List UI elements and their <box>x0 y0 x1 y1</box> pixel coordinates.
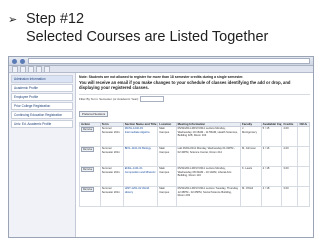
term-cell: Summer Semester 2011 <box>99 126 124 148</box>
section-link[interactable]: HIST-1201-02 World History <box>125 188 149 194</box>
main-panel: Note: Students are not allowed to regist… <box>76 73 313 237</box>
table-row: Remove Summer Semester 2011 HIST-1201-02… <box>79 186 310 208</box>
meeting-cell: 05/31/2011-08/17/2011 Lecture Monday, We… <box>175 126 241 148</box>
term-cell: Summer Semester 2011 <box>99 186 124 208</box>
section-link[interactable]: MATH-1240-03 Intermediate Algebra <box>125 128 150 134</box>
embedded-screenshot: Admission Information Academic Profile E… <box>8 56 314 238</box>
title-line-2: Selected Courses are Listed Together <box>8 28 314 46</box>
sidebar-item-employee-profile[interactable]: Employee Profile <box>11 93 73 101</box>
meeting-cell: 05/31/2011-08/17/2011 Lecture Monday, We… <box>175 166 241 188</box>
faculty-cell: M. O'Dell <box>239 186 262 208</box>
credits-cell: 3.00 <box>281 186 299 208</box>
forward-icon[interactable] <box>20 58 25 64</box>
browser-tabs <box>9 66 313 73</box>
column-header: Available/ Capacity <box>260 121 283 128</box>
credits-cell: 4.00 <box>281 146 299 168</box>
sidebar-item-prior-registration[interactable]: Prior College Registration <box>11 102 73 110</box>
title-line-1: ➢ Step #12 <box>8 10 314 28</box>
action-select[interactable]: Remove <box>81 147 95 153</box>
sidebar-item-continuing-education[interactable]: Continuing Education Registration <box>11 111 73 119</box>
slide-title: ➢ Step #12 Selected Courses are Listed T… <box>8 10 314 46</box>
capacity-cell: 4 / 18 <box>260 186 283 208</box>
location-cell: Main Campus <box>157 166 177 188</box>
browser-tab[interactable] <box>44 66 50 72</box>
browser-tab[interactable] <box>20 66 26 72</box>
sidebar-item-academic-profile[interactable]: Academic Profile <box>11 84 73 92</box>
location-cell: Main Campus <box>157 146 177 168</box>
sidebar: Admission Information Academic Profile E… <box>9 73 76 237</box>
table-row: Remove Summer Semester 2011 BIOL-1101-04… <box>79 146 310 168</box>
preferred-sections-button[interactable]: Preferred Sections <box>79 110 109 117</box>
location-cell: Main Campus <box>157 126 177 148</box>
step-heading: Step #12 <box>26 11 85 27</box>
table-row: Remove Summer Semester 2011 ENGL-1101-01… <box>79 166 310 188</box>
address-bar[interactable] <box>28 58 310 64</box>
email-notice: You will receive an email if you make ch… <box>79 80 291 91</box>
faculty-cell: K. Lewis <box>239 166 262 188</box>
filter-label: Filter By Term: Semester (or Academic Ye… <box>79 96 139 101</box>
browser-tab[interactable] <box>28 66 34 72</box>
page-content: Admission Information Academic Profile E… <box>9 73 313 237</box>
selected-courses-table: Action Term Section Name and Title Locat… <box>79 121 310 208</box>
capacity-cell: 2 / 18 <box>260 166 283 188</box>
column-header: Section Name and Title <box>122 121 159 128</box>
credits-cell: 3.00 <box>281 166 299 188</box>
faculty-cell: J. Montgomery <box>239 126 262 148</box>
term-cell: Summer Semester 2011 <box>99 146 124 168</box>
table-row: Remove Summer Semester 2011 MATH-1240-03… <box>79 126 310 148</box>
credit-limit-note: Note: Students are not allowed to regist… <box>79 75 244 79</box>
ceus-cell <box>297 186 310 208</box>
action-select[interactable]: Remove <box>81 187 95 193</box>
location-cell: Main Campus <box>157 186 177 208</box>
meeting-cell: Lab 06/01/2011 Monday, Wednesday 01:00PM… <box>175 146 241 168</box>
step-description: Selected Courses are Listed Together <box>26 29 269 45</box>
arrow-bullet-icon: ➢ <box>8 12 18 26</box>
action-select[interactable]: Remove <box>81 167 95 173</box>
sidebar-item-univ-ed-profile[interactable]: Univ. Ed. Academic Profile <box>11 120 73 128</box>
term-select[interactable] <box>139 95 164 102</box>
ceus-cell <box>297 166 310 188</box>
ceus-cell <box>297 126 310 148</box>
back-icon[interactable] <box>12 58 17 64</box>
meeting-cell: 05/31/2011-08/17/2011 Lecture Tuesday, T… <box>175 186 241 208</box>
sidebar-item-admission[interactable]: Admission Information <box>11 75 73 83</box>
faculty-cell: M. Johnson <box>239 146 262 168</box>
browser-tab[interactable] <box>12 66 18 72</box>
section-link[interactable]: ENGL-1101-01 Composition and Rhetoric <box>125 168 156 174</box>
credits-cell: 4.00 <box>281 126 299 148</box>
term-cell: Summer Semester 2011 <box>99 166 124 188</box>
action-select[interactable]: Remove <box>81 127 95 133</box>
browser-tab[interactable] <box>36 66 42 72</box>
browser-toolbar <box>9 57 313 66</box>
section-link[interactable]: BIOL-1101-04 Biology <box>125 148 151 151</box>
term-filter: Filter By Term: Semester (or Academic Ye… <box>79 93 310 102</box>
capacity-cell: 3 / 16 <box>260 146 283 168</box>
ceus-cell <box>297 146 310 168</box>
capacity-cell: 5 / 15 <box>260 126 283 148</box>
